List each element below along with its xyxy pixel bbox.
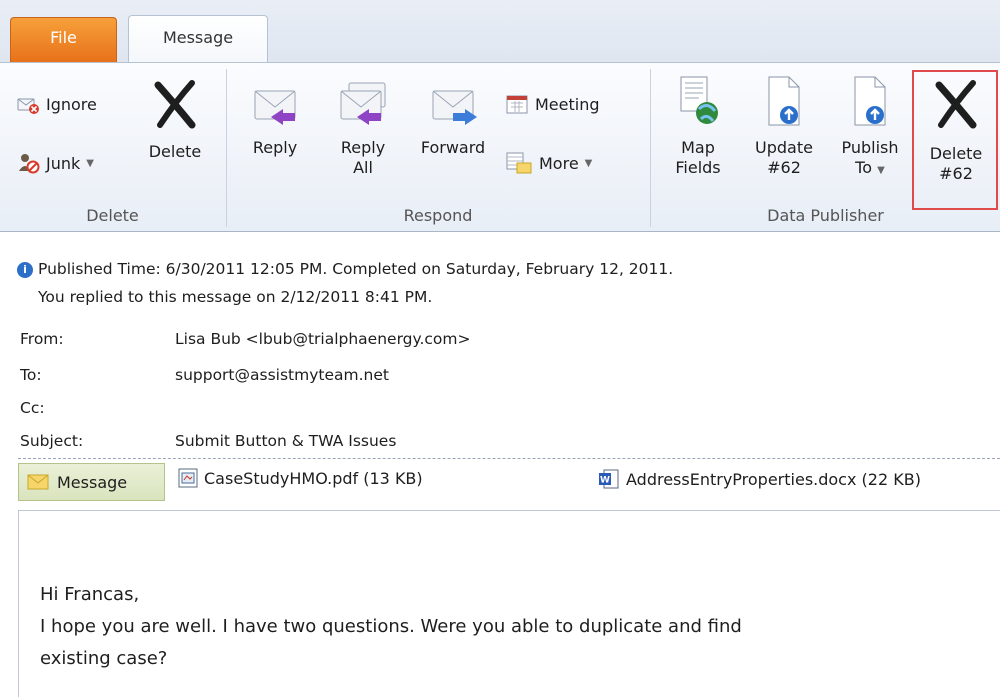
group-separator (650, 69, 651, 227)
attachment-item[interactable]: CaseStudyHMO.pdf (13 KB) (178, 468, 423, 488)
from-value[interactable]: Lisa Bub <lbub@trialphaenergy.com> (175, 330, 471, 348)
forward-label: Forward (420, 138, 486, 157)
reply-all-button[interactable]: Reply All (326, 77, 400, 178)
svg-text:W: W (600, 476, 610, 486)
delete-button[interactable]: Delete (140, 77, 210, 162)
group-separator (226, 69, 227, 227)
subject-value: Submit Button & TWA Issues (175, 432, 397, 450)
publish-to-button[interactable]: Publish To ▼ (828, 71, 912, 181)
highlight-box (912, 70, 998, 210)
reply-all-label-line1: Reply (340, 138, 386, 157)
attachment-name: AddressEntryProperties.docx (22 KB) (626, 469, 921, 489)
junk-dropdown-icon: ▼ (86, 157, 94, 169)
map-fields-label-line2: Fields (675, 158, 721, 177)
document-publish-icon (854, 76, 886, 126)
message-view-button[interactable]: Message (18, 463, 165, 501)
publish-label-line2: To ▼ (855, 158, 885, 177)
header-divider (18, 458, 1000, 459)
meeting-button[interactable]: Meeting (505, 93, 600, 115)
publish-label-line1: Publish (841, 138, 899, 157)
info-icon: i (17, 262, 33, 278)
attachment-item[interactable]: W AddressEntryProperties.docx (22 KB) (598, 468, 921, 490)
junk-label: Junk (46, 153, 81, 173)
more-button[interactable]: More ▼ (505, 151, 592, 175)
subject-label: Subject: (20, 432, 84, 450)
update-button[interactable]: Update #62 (742, 71, 826, 178)
ignore-label: Ignore (46, 94, 97, 114)
more-respond-icon (506, 152, 532, 174)
tab-message[interactable]: Message (128, 15, 268, 63)
junk-icon (19, 154, 40, 174)
info-line-1: Published Time: 6/30/2011 12:05 PM. Comp… (38, 260, 674, 278)
to-value[interactable]: support@assistmyteam.net (175, 366, 389, 384)
group-label-respond: Respond (403, 206, 473, 225)
calendar-icon (506, 95, 528, 114)
body-greeting: Hi Francas, (40, 584, 140, 605)
map-fields-icon (680, 76, 718, 124)
delete-label: Delete (148, 142, 202, 161)
message-view-label: Message (57, 472, 128, 492)
ignore-button[interactable]: Ignore (16, 93, 97, 115)
publish-dropdown-icon: ▼ (877, 165, 885, 176)
junk-button[interactable]: Junk ▼ (16, 151, 94, 175)
reply-all-icon (340, 82, 386, 125)
more-label: More (539, 153, 579, 173)
word-file-icon: W (599, 469, 619, 489)
map-fields-label-line1: Map (681, 138, 715, 157)
reply-label: Reply (252, 138, 298, 157)
tab-file[interactable]: File (10, 17, 117, 62)
from-label: From: (20, 330, 64, 348)
attachment-name: CaseStudyHMO.pdf (13 KB) (204, 468, 423, 488)
envelope-icon (27, 474, 49, 490)
more-dropdown-icon: ▼ (584, 157, 593, 169)
ignore-icon (17, 98, 39, 114)
delete-x-icon (154, 80, 196, 129)
forward-button[interactable]: Forward (408, 77, 498, 158)
forward-icon (432, 90, 477, 125)
ribbon-tab-bar: File Message (0, 0, 1000, 63)
update-label-line1: Update (755, 138, 813, 157)
reply-all-label-line2: All (353, 158, 373, 177)
reply-button[interactable]: Reply (240, 77, 310, 158)
document-upload-icon (768, 76, 800, 126)
body-line-1: I hope you are well. I have two question… (40, 616, 742, 637)
ribbon: Ignore Junk ▼ Delete Delete Reply Reply … (0, 62, 1000, 232)
meeting-label: Meeting (535, 94, 600, 114)
reply-icon (254, 90, 296, 125)
update-label-line2: #62 (767, 158, 801, 177)
pdf-file-icon (178, 468, 198, 488)
body-line-2: existing case? (40, 648, 168, 669)
to-label: To: (20, 366, 42, 384)
cc-label: Cc: (20, 399, 45, 417)
info-line-2: You replied to this message on 2/12/2011… (38, 288, 433, 306)
map-fields-button[interactable]: Map Fields (666, 71, 730, 178)
group-label-delete: Delete (86, 206, 139, 225)
